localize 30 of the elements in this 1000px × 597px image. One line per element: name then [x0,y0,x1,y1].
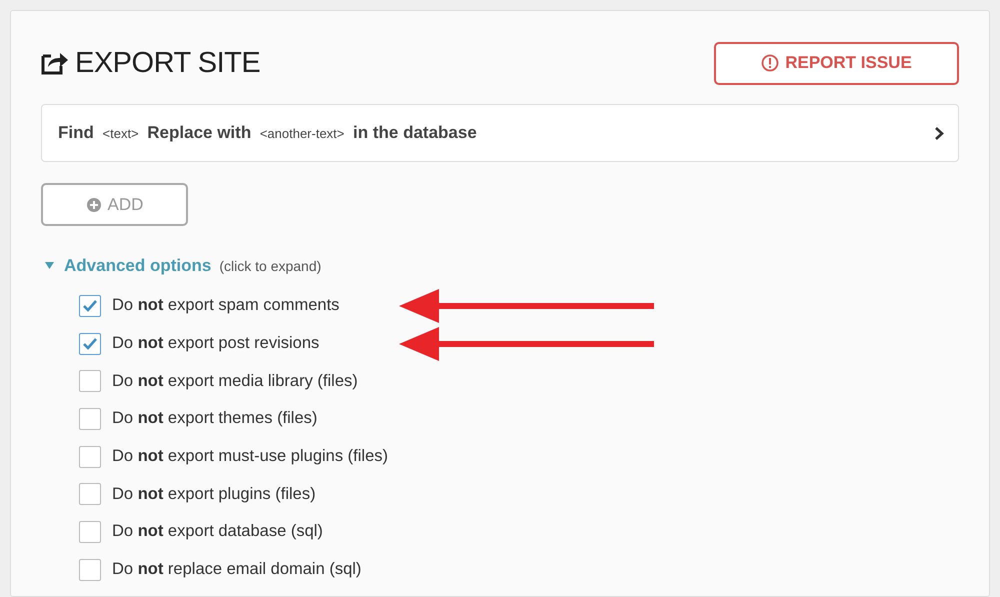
checkmark-icon [82,298,98,313]
find-replace-bar[interactable]: Find <text> Replace with <another-text> in the database [41,104,959,162]
checkbox[interactable] [79,370,101,392]
option-label: Do not export plugins (files) [112,484,316,504]
option-label: Do not export media library (files) [112,372,358,391]
alert-icon [761,54,780,72]
checkmark-icon [82,336,98,351]
advanced-options-toggle[interactable]: Advanced options [45,256,212,276]
checkbox[interactable] [79,408,101,430]
find-replace-text: Find <text> Replace with <another-text> in the database [58,123,477,143]
option-label: Do not export must-use plugins (files) [112,447,388,466]
checkbox[interactable] [79,558,101,581]
triangle-icon [45,262,54,270]
expand-hint: (click to expand) [219,258,322,274]
option-label: Do not export themes (files) [112,409,318,428]
add-button[interactable]: ADD [41,183,188,226]
page-title: EXPORT SITE [75,46,260,80]
report-issue-button[interactable]: REPORT ISSUE [714,42,959,84]
option-label: Do not export post revisions [112,334,320,354]
checkbox[interactable] [79,483,101,506]
chevron-right-icon [934,126,944,140]
option-label: Do not export spam comments [112,296,340,316]
plus-circle-icon [86,196,102,212]
option-label: Do not export database (sql) [112,522,323,542]
checkbox[interactable] [79,294,101,317]
option-label: Do not replace email domain (sql) [112,560,362,580]
checkbox[interactable] [79,446,101,468]
checkbox[interactable] [79,520,101,543]
export-icon [41,51,69,75]
checkbox[interactable] [79,332,101,355]
